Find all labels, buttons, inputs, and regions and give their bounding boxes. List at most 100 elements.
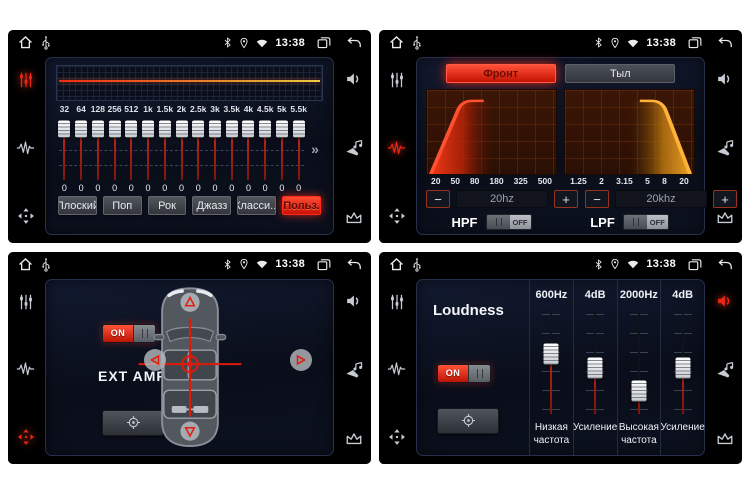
location-icon bbox=[610, 258, 620, 270]
back-icon[interactable] bbox=[346, 36, 362, 49]
loudspeaker-notes-icon[interactable] bbox=[715, 139, 734, 157]
low-gain-column: 4dB Усиление bbox=[573, 280, 617, 456]
preset-classic-button[interactable]: Класси... bbox=[237, 196, 276, 215]
crown-icon[interactable] bbox=[345, 210, 363, 225]
eq-slider-handle[interactable] bbox=[142, 120, 154, 137]
eq-band-slider[interactable] bbox=[257, 115, 274, 183]
lpf-plus-button[interactable]: + bbox=[713, 190, 737, 208]
equalizer-tab-icon[interactable] bbox=[17, 293, 35, 311]
slider-handle[interactable] bbox=[544, 343, 559, 364]
equalizer-tab-icon[interactable] bbox=[388, 293, 406, 311]
slider-handle[interactable] bbox=[631, 381, 646, 402]
location-icon bbox=[610, 37, 620, 49]
home-icon[interactable] bbox=[17, 34, 34, 51]
equalizer-tab-icon[interactable] bbox=[388, 71, 406, 89]
eq-band-slider[interactable] bbox=[240, 115, 257, 183]
eq-slider-handle[interactable] bbox=[58, 120, 70, 137]
crown-icon[interactable] bbox=[716, 431, 734, 446]
recent-apps-icon[interactable] bbox=[688, 258, 702, 271]
switch-knob bbox=[624, 215, 647, 229]
volume-tab-icon[interactable] bbox=[716, 293, 733, 309]
eq-slider-handle[interactable] bbox=[242, 120, 254, 137]
bluetooth-icon bbox=[223, 36, 232, 49]
preset-custom-button[interactable]: Польз. bbox=[282, 196, 321, 215]
lpf-value: 20khz bbox=[615, 190, 707, 208]
recent-apps-icon[interactable] bbox=[317, 258, 331, 271]
home-icon[interactable] bbox=[388, 256, 405, 273]
eq-band-slider[interactable] bbox=[89, 115, 106, 183]
lpf-switch[interactable]: OFF bbox=[623, 214, 669, 230]
home-icon[interactable] bbox=[388, 34, 405, 51]
loudness-switch[interactable]: ON bbox=[437, 364, 491, 383]
eq-slider-handle[interactable] bbox=[75, 120, 87, 137]
fade-right-button[interactable] bbox=[290, 349, 312, 371]
eq-slider-handle[interactable] bbox=[109, 120, 121, 137]
high-freq-slider[interactable] bbox=[628, 310, 650, 421]
recent-apps-icon[interactable] bbox=[688, 36, 702, 49]
back-icon[interactable] bbox=[717, 36, 733, 49]
more-bands-icon[interactable]: » bbox=[307, 115, 323, 183]
preset-pop-button[interactable]: Поп bbox=[103, 196, 142, 215]
back-icon[interactable] bbox=[346, 258, 362, 271]
volume-tab-icon[interactable] bbox=[716, 71, 733, 87]
loudspeaker-notes-icon[interactable] bbox=[344, 139, 363, 157]
reset-button[interactable] bbox=[437, 408, 499, 434]
position-tab-icon[interactable] bbox=[17, 428, 35, 446]
eq-band-slider[interactable] bbox=[73, 115, 90, 183]
lpf-axis-label: 1.25 bbox=[570, 176, 587, 186]
eq-band-slider[interactable] bbox=[290, 115, 307, 183]
preset-flat-button[interactable]: Плоский bbox=[58, 196, 97, 215]
effects-tab-icon[interactable] bbox=[16, 361, 35, 377]
hpf-minus-button[interactable]: − bbox=[426, 190, 450, 208]
eq-band-slider[interactable] bbox=[223, 115, 240, 183]
low-gain-slider[interactable] bbox=[584, 310, 606, 421]
loudspeaker-notes-icon[interactable] bbox=[344, 361, 363, 379]
loudspeaker-notes-icon[interactable] bbox=[715, 361, 734, 379]
position-tab-icon[interactable] bbox=[388, 207, 406, 225]
crown-icon[interactable] bbox=[716, 210, 734, 225]
preset-jazz-button[interactable]: Джазз bbox=[192, 196, 231, 215]
lpf-minus-button[interactable]: − bbox=[585, 190, 609, 208]
tab-front[interactable]: Фронт bbox=[446, 64, 556, 83]
slider-handle[interactable] bbox=[588, 358, 603, 379]
effects-tab-icon[interactable] bbox=[387, 140, 406, 156]
eq-slider-handle[interactable] bbox=[276, 120, 288, 137]
position-tab-icon[interactable] bbox=[388, 428, 406, 446]
eq-band-slider[interactable] bbox=[56, 115, 73, 183]
eq-band-slider[interactable] bbox=[173, 115, 190, 183]
low-freq-slider[interactable] bbox=[540, 310, 562, 421]
eq-band-slider[interactable] bbox=[156, 115, 173, 183]
eq-band-slider[interactable] bbox=[140, 115, 157, 183]
slider-handle[interactable] bbox=[675, 358, 690, 379]
position-tab-icon[interactable] bbox=[17, 207, 35, 225]
eq-band-slider[interactable] bbox=[274, 115, 291, 183]
equalizer-tab-icon[interactable] bbox=[17, 71, 35, 89]
crown-icon[interactable] bbox=[345, 431, 363, 446]
hpf-switch[interactable]: OFF bbox=[486, 214, 532, 230]
eq-slider-handle[interactable] bbox=[259, 120, 271, 137]
fade-left-button[interactable] bbox=[144, 349, 166, 371]
high-gain-slider[interactable] bbox=[672, 310, 694, 421]
eq-slider-handle[interactable] bbox=[176, 120, 188, 137]
effects-tab-icon[interactable] bbox=[387, 361, 406, 377]
recent-apps-icon[interactable] bbox=[317, 36, 331, 49]
eq-slider-handle[interactable] bbox=[226, 120, 238, 137]
volume-tab-icon[interactable] bbox=[345, 293, 362, 309]
eq-slider-handle[interactable] bbox=[159, 120, 171, 137]
eq-band-slider[interactable] bbox=[190, 115, 207, 183]
eq-slider-handle[interactable] bbox=[92, 120, 104, 137]
eq-slider-handle[interactable] bbox=[192, 120, 204, 137]
eq-band-slider[interactable] bbox=[106, 115, 123, 183]
eq-slider-handle[interactable] bbox=[209, 120, 221, 137]
eq-band-slider[interactable] bbox=[207, 115, 224, 183]
home-icon[interactable] bbox=[17, 256, 34, 273]
volume-tab-icon[interactable] bbox=[345, 71, 362, 87]
effects-tab-icon[interactable] bbox=[16, 140, 35, 156]
back-icon[interactable] bbox=[717, 258, 733, 271]
preset-rock-button[interactable]: Рок bbox=[148, 196, 187, 215]
hpf-plus-button[interactable]: + bbox=[554, 190, 578, 208]
eq-slider-handle[interactable] bbox=[125, 120, 137, 137]
tab-rear[interactable]: Тыл bbox=[565, 64, 675, 83]
eq-band-slider[interactable] bbox=[123, 115, 140, 183]
eq-slider-handle[interactable] bbox=[293, 120, 305, 137]
